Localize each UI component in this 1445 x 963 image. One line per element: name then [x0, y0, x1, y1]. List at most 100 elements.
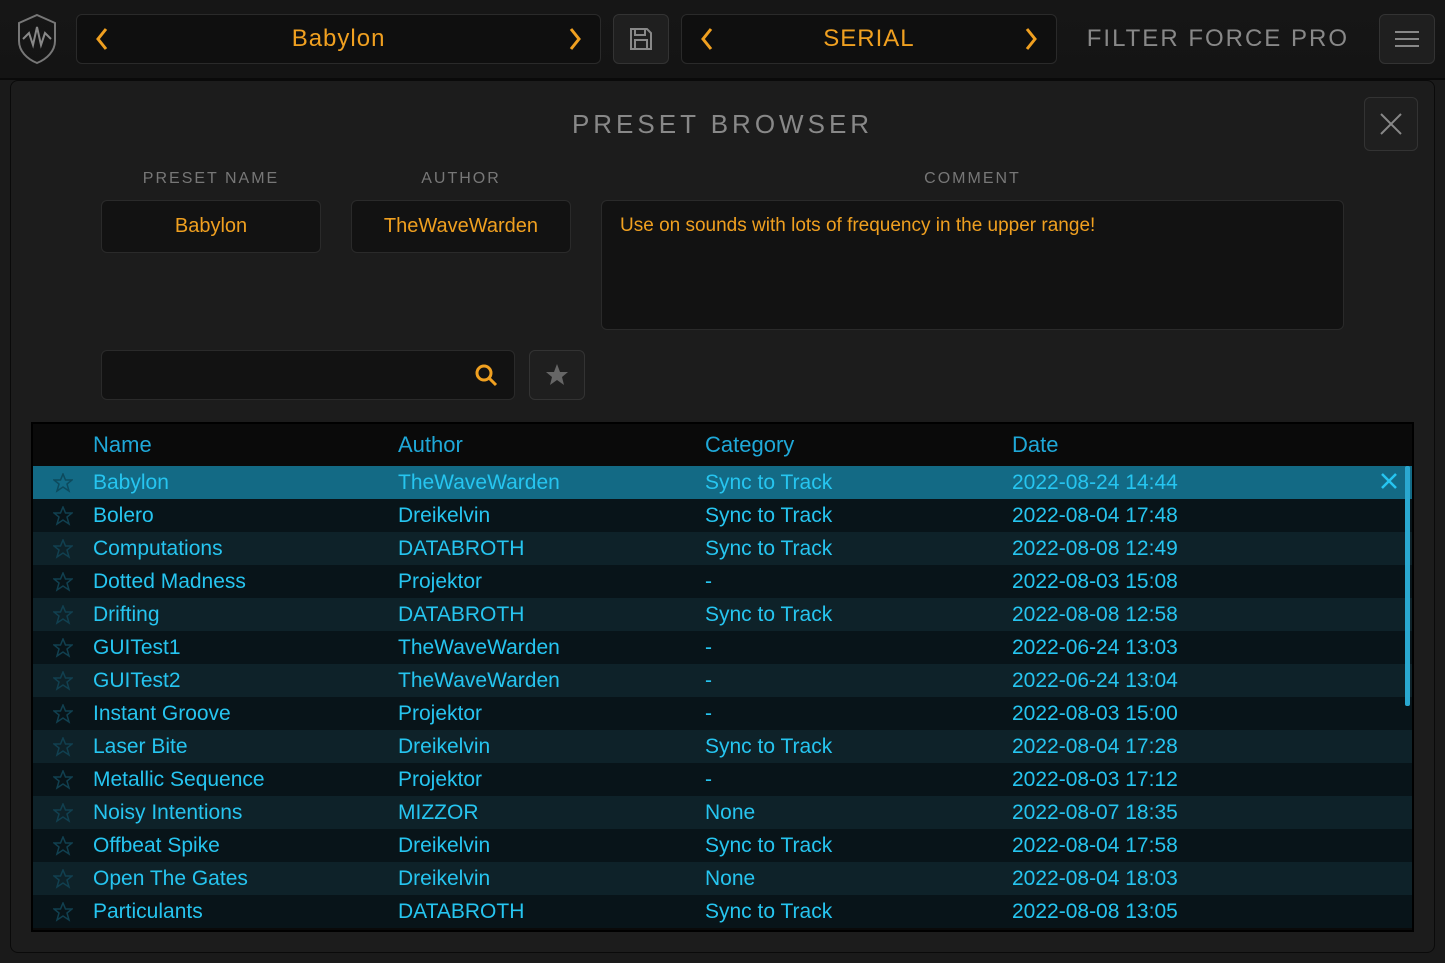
table-row[interactable]: Dotted MadnessProjektor-2022-08-03 15:08 — [33, 565, 1412, 598]
cell-category: Sync to Track — [705, 537, 1012, 561]
prev-mode-button[interactable] — [682, 15, 732, 63]
next-mode-button[interactable] — [1006, 15, 1056, 63]
star-icon — [53, 902, 73, 922]
favorite-star[interactable] — [33, 605, 93, 625]
author-field[interactable]: TheWaveWarden — [351, 200, 571, 253]
table-row[interactable]: GUITest2TheWaveWarden-2022-06-24 13:04 — [33, 664, 1412, 697]
favorites-filter-button[interactable] — [529, 350, 585, 400]
table-row[interactable]: Laser BiteDreikelvinSync to Track2022-08… — [33, 730, 1412, 763]
favorite-star[interactable] — [33, 506, 93, 526]
table-row[interactable]: BabylonTheWaveWardenSync to Track2022-08… — [33, 466, 1412, 499]
star-icon — [53, 506, 73, 526]
next-preset-button[interactable] — [550, 15, 600, 63]
preset-selector: Babylon — [76, 14, 601, 64]
cell-author: MIZZOR — [398, 801, 705, 825]
close-browser-button[interactable] — [1364, 97, 1418, 151]
table-row[interactable]: Noisy IntentionsMIZZORNone2022-08-07 18:… — [33, 796, 1412, 829]
preset-name-section: PRESET NAME Babylon — [101, 170, 321, 330]
cell-category: Sync to Track — [705, 471, 1012, 495]
cell-category: Sync to Track — [705, 834, 1012, 858]
star-icon — [53, 671, 73, 691]
table-row[interactable]: DriftingDATABROTHSync to Track2022-08-08… — [33, 598, 1412, 631]
table-row[interactable]: Open The GatesDreikelvinNone2022-08-04 1… — [33, 862, 1412, 895]
favorite-star[interactable] — [33, 737, 93, 757]
current-preset-name[interactable]: Babylon — [127, 25, 550, 53]
chevron-left-icon — [699, 27, 715, 51]
favorite-star[interactable] — [33, 473, 93, 493]
cell-category: - — [705, 702, 1012, 726]
cell-date: 2022-08-08 12:58 — [1012, 603, 1412, 627]
cell-category: - — [705, 570, 1012, 594]
cell-author: Dreikelvin — [398, 834, 705, 858]
close-icon — [1378, 111, 1404, 137]
preset-meta-row: PRESET NAME Babylon AUTHOR TheWaveWarden… — [11, 150, 1434, 350]
preset-table: Name Author Category Date BabylonTheWave… — [31, 422, 1414, 932]
app-title: FILTER FORCE PRO — [1069, 25, 1367, 53]
favorite-star[interactable] — [33, 572, 93, 592]
comment-field[interactable]: Use on sounds with lots of frequency in … — [601, 200, 1344, 330]
search-row — [11, 350, 1434, 422]
star-icon — [53, 605, 73, 625]
cell-author: Dreikelvin — [398, 867, 705, 891]
app-root: Babylon SERIAL FILTER FORCE PRO — [0, 0, 1445, 963]
favorite-star[interactable] — [33, 539, 93, 559]
preset-name-field[interactable]: Babylon — [101, 200, 321, 253]
cell-name: Drifting — [93, 603, 398, 627]
cell-author: DATABROTH — [398, 603, 705, 627]
cell-name: Computations — [93, 537, 398, 561]
cell-author: TheWaveWarden — [398, 471, 705, 495]
col-header-name[interactable]: Name — [93, 432, 398, 458]
col-header-category[interactable]: Category — [705, 432, 1012, 458]
favorite-star[interactable] — [33, 836, 93, 856]
table-row[interactable]: ComputationsDATABROTHSync to Track2022-0… — [33, 532, 1412, 565]
hamburger-icon — [1395, 31, 1419, 47]
author-label: AUTHOR — [421, 170, 501, 188]
favorite-star[interactable] — [33, 902, 93, 922]
favorite-star[interactable] — [33, 671, 93, 691]
favorite-star[interactable] — [33, 770, 93, 790]
main-menu-button[interactable] — [1379, 14, 1435, 64]
cell-date: 2022-08-03 15:08 — [1012, 570, 1412, 594]
favorite-star[interactable] — [33, 638, 93, 658]
chevron-right-icon — [567, 27, 583, 51]
search-input[interactable] — [101, 350, 515, 400]
routing-mode-selector: SERIAL — [681, 14, 1057, 64]
cell-name: Open The Gates — [93, 867, 398, 891]
cell-name: Noisy Intentions — [93, 801, 398, 825]
table-row[interactable]: Metallic SequenceProjektor-2022-08-03 17… — [33, 763, 1412, 796]
favorite-star[interactable] — [33, 803, 93, 823]
star-icon — [53, 869, 73, 889]
star-icon — [53, 704, 73, 724]
cell-category: Sync to Track — [705, 735, 1012, 759]
table-body: BabylonTheWaveWardenSync to Track2022-08… — [33, 466, 1412, 930]
cell-author: DATABROTH — [398, 900, 705, 924]
favorite-star[interactable] — [33, 869, 93, 889]
cell-category: Sync to Track — [705, 900, 1012, 924]
save-button[interactable] — [613, 14, 669, 64]
star-icon — [53, 539, 73, 559]
app-logo — [10, 9, 64, 69]
table-row[interactable]: GUITest1TheWaveWarden-2022-06-24 13:03 — [33, 631, 1412, 664]
cell-author: Projektor — [398, 768, 705, 792]
preset-browser-panel: PRESET BROWSER PRESET NAME Babylon AUTHO… — [10, 80, 1435, 953]
table-row[interactable]: Instant GrooveProjektor-2022-08-03 15:00 — [33, 697, 1412, 730]
cell-date: 2022-08-04 18:03 — [1012, 867, 1412, 891]
col-header-author[interactable]: Author — [398, 432, 705, 458]
table-row[interactable]: ParticulantsDATABROTHSync to Track2022-0… — [33, 895, 1412, 928]
current-mode[interactable]: SERIAL — [732, 25, 1006, 53]
star-icon — [53, 737, 73, 757]
prev-preset-button[interactable] — [77, 15, 127, 63]
scrollbar-thumb[interactable] — [1405, 466, 1410, 706]
cell-name: Instant Groove — [93, 702, 398, 726]
delete-preset-button[interactable] — [1380, 470, 1398, 496]
col-header-date[interactable]: Date — [1012, 432, 1412, 458]
cell-category: None — [705, 867, 1012, 891]
favorite-star[interactable] — [33, 704, 93, 724]
star-icon — [53, 572, 73, 592]
cell-name: Offbeat Spike — [93, 834, 398, 858]
table-row[interactable]: BoleroDreikelvinSync to Track2022-08-04 … — [33, 499, 1412, 532]
cell-date: 2022-06-24 13:03 — [1012, 636, 1412, 660]
cell-category: - — [705, 768, 1012, 792]
cell-date: 2022-08-03 15:00 — [1012, 702, 1412, 726]
table-row[interactable]: Offbeat SpikeDreikelvinSync to Track2022… — [33, 829, 1412, 862]
